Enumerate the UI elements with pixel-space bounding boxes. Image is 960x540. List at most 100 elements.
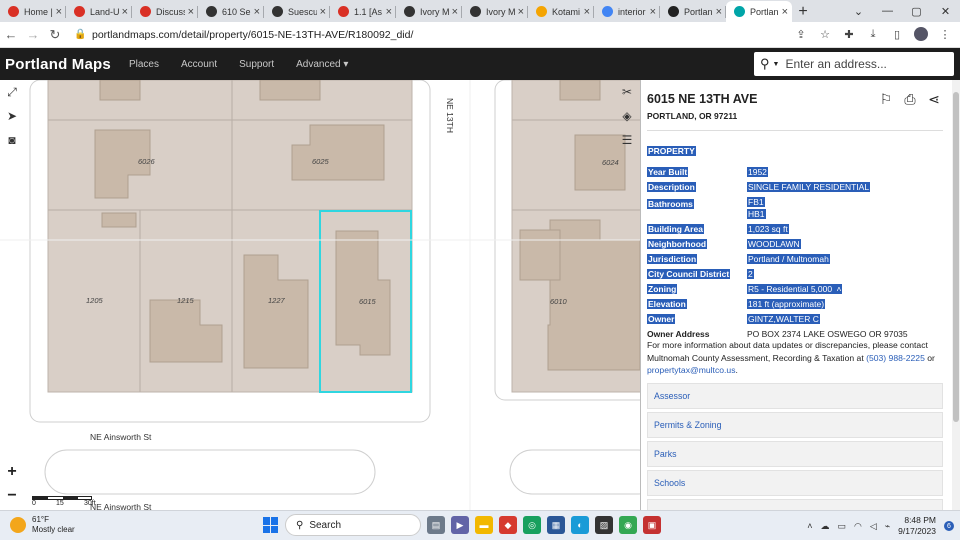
store-icon[interactable]: ▦: [547, 516, 565, 534]
lock-icon: 🔒: [74, 29, 87, 40]
email-link[interactable]: propertytax@multco.us: [647, 365, 736, 375]
browser-tab[interactable]: 610 Se ×: [198, 1, 264, 22]
new-tab-button[interactable]: +: [792, 1, 814, 22]
url-text: portlandmaps.com/detail/property/6015-NE…: [92, 28, 414, 41]
app-icon[interactable]: ▣: [643, 516, 661, 534]
volume-icon[interactable]: ◁: [870, 521, 877, 532]
back-button[interactable]: ←: [0, 27, 22, 42]
browser-tab[interactable]: Ivory M ×: [462, 1, 528, 22]
wifi-icon[interactable]: ◠: [854, 521, 862, 532]
chevron-down-icon[interactable]: ▼: [773, 61, 780, 68]
cloud-icon[interactable]: ☁: [820, 521, 829, 532]
zoom-in-button[interactable]: +: [2, 462, 22, 482]
address-bar[interactable]: 🔒 portlandmaps.com/detail/property/6015-…: [74, 25, 854, 45]
task-view-icon[interactable]: ▤: [427, 516, 445, 534]
browser-tab[interactable]: Discuss ×: [132, 1, 198, 22]
panel-scrollbar[interactable]: [952, 80, 960, 510]
layers-icon[interactable]: ◈: [614, 104, 640, 128]
detail-value[interactable]: R5 - Residential 5,000: [747, 284, 834, 294]
app-icon[interactable]: ◐: [571, 516, 589, 534]
list-icon[interactable]: ☰: [614, 128, 640, 152]
map-canvas[interactable]: [0, 80, 640, 510]
tab-search-icon[interactable]: ⌄: [844, 0, 873, 22]
reload-button[interactable]: ↻: [44, 27, 66, 43]
site-logo[interactable]: Portland Maps: [5, 56, 111, 73]
zoom-out-button[interactable]: −: [2, 486, 22, 506]
weather-widget[interactable]: 61°F Mostly clear: [10, 515, 75, 535]
edge-icon[interactable]: ◎: [523, 516, 541, 534]
tab-close-icon[interactable]: ×: [188, 6, 194, 18]
taskbar-search[interactable]: ⚲ Search: [285, 514, 421, 536]
forward-button[interactable]: →: [22, 27, 44, 42]
nav-account[interactable]: Account: [181, 59, 217, 70]
clock[interactable]: 8:48 PM 9/17/2023: [898, 515, 936, 537]
nav-places[interactable]: Places: [129, 59, 159, 70]
menu-icon[interactable]: ⋮: [938, 26, 952, 42]
print-icon[interactable]: ⎙: [901, 90, 919, 108]
share-icon[interactable]: ⋖: [925, 90, 943, 108]
tab-close-icon[interactable]: ×: [56, 6, 62, 18]
bookmark-star-icon[interactable]: ☆: [818, 26, 832, 42]
accordion-parks[interactable]: Parks: [647, 441, 943, 467]
browser-tab[interactable]: Home | ×: [0, 1, 66, 22]
tab-close-icon[interactable]: ×: [650, 6, 656, 18]
nav-support[interactable]: Support: [239, 59, 274, 70]
maximize-button[interactable]: ▢: [902, 0, 931, 22]
map-view[interactable]: 6026 6025 6024 1205 1215 1227 6015 6010 …: [0, 80, 640, 510]
nav-advanced[interactable]: Advanced ▾: [296, 59, 348, 70]
detail-key: City Council District: [647, 269, 731, 279]
address-search-input[interactable]: [785, 57, 926, 71]
side-panel-icon[interactable]: ▯: [890, 26, 904, 42]
tab-close-icon[interactable]: ×: [716, 6, 722, 18]
browser-tab[interactable]: Land-U ×: [66, 1, 132, 22]
download-icon[interactable]: ⤓: [866, 26, 880, 42]
tab-close-icon[interactable]: ×: [122, 6, 128, 18]
tab-close-icon[interactable]: ×: [254, 6, 260, 18]
battery-icon[interactable]: ▭: [837, 521, 846, 532]
info-icon[interactable]: ˄: [833, 284, 843, 294]
accordion-assessor[interactable]: Assessor: [647, 383, 943, 409]
browser-tab[interactable]: Kotami ×: [528, 1, 594, 22]
chrome-icon[interactable]: ◉: [619, 516, 637, 534]
browser-tab[interactable]: Suescu ×: [264, 1, 330, 22]
tab-label: 1.1 [As: [354, 6, 383, 17]
camera-icon[interactable]: ◙: [0, 128, 24, 152]
detail-value: HB1: [747, 208, 766, 219]
teams-icon[interactable]: ▶: [451, 516, 469, 534]
accordion-permits-zoning[interactable]: Permits & Zoning: [647, 412, 943, 438]
notification-badge[interactable]: 6: [944, 521, 954, 531]
start-button[interactable]: [263, 517, 279, 533]
tab-close-icon[interactable]: ×: [320, 6, 326, 18]
locate-icon[interactable]: ➤: [0, 104, 24, 128]
profile-avatar[interactable]: [914, 26, 928, 42]
chevron-up-icon[interactable]: ˄: [807, 521, 812, 531]
browser-tab[interactable]: Portlan ×: [726, 1, 792, 22]
app-icon[interactable]: ◆: [499, 516, 517, 534]
fullscreen-icon[interactable]: ⤢: [0, 80, 24, 104]
extensions-icon[interactable]: ✚: [842, 26, 856, 42]
measure-icon[interactable]: ✂: [614, 80, 640, 104]
file-explorer-icon[interactable]: ▬: [475, 516, 493, 534]
bookmark-icon[interactable]: ⚐: [877, 90, 895, 108]
detail-value[interactable]: WOODLAWN: [747, 239, 801, 249]
tab-close-icon[interactable]: ×: [518, 6, 524, 18]
phone-link[interactable]: (503) 988-2225: [866, 353, 925, 363]
browser-tab[interactable]: 1.1 [As ×: [330, 1, 396, 22]
tab-close-icon[interactable]: ×: [386, 6, 392, 18]
tab-close-icon[interactable]: ×: [782, 6, 788, 18]
power-icon[interactable]: ⌁: [885, 521, 890, 532]
browser-tab[interactable]: interior ×: [594, 1, 660, 22]
browser-tab[interactable]: Portlan ×: [660, 1, 726, 22]
minimize-button[interactable]: —: [873, 0, 902, 22]
scrollbar-thumb[interactable]: [953, 92, 959, 422]
accordion-more[interactable]: [647, 499, 943, 510]
browser-tab[interactable]: Ivory M ×: [396, 1, 462, 22]
share-icon[interactable]: ⇪: [794, 26, 808, 42]
lot-label: 6025: [312, 157, 329, 166]
close-window-button[interactable]: ✕: [931, 0, 960, 22]
accordion-schools[interactable]: Schools: [647, 470, 943, 496]
tab-close-icon[interactable]: ×: [584, 6, 590, 18]
search-icon[interactable]: ⚲: [760, 56, 770, 72]
tab-close-icon[interactable]: ×: [452, 6, 458, 18]
photos-icon[interactable]: ▨: [595, 516, 613, 534]
